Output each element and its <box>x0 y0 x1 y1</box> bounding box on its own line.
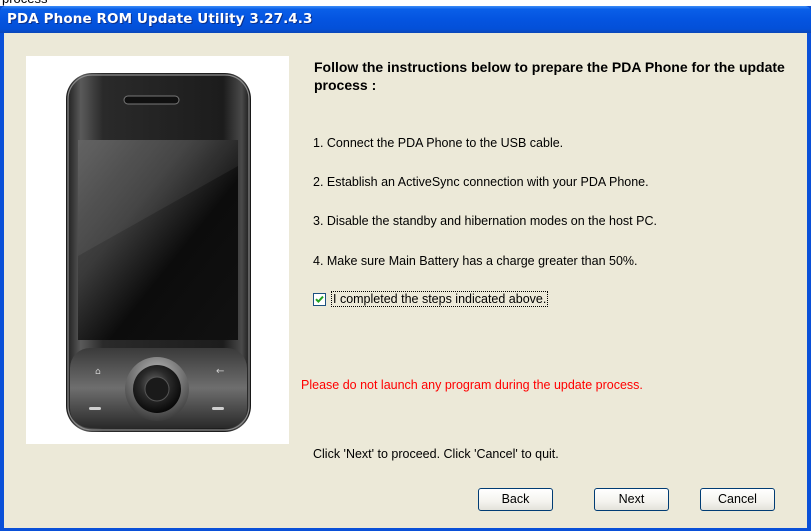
steps-completed-label[interactable]: I completed the steps indicated above. <box>331 291 549 307</box>
svg-text:←: ← <box>216 366 224 377</box>
window-frame-right <box>807 33 811 531</box>
update-utility-window: PDA Phone ROM Update Utility 3.27.4.3 ⌂ … <box>0 6 811 531</box>
checkmark-icon <box>315 295 324 304</box>
step-activesync: 2. Establish an ActiveSync connection wi… <box>313 175 649 189</box>
window-title: PDA Phone ROM Update Utility 3.27.4.3 <box>7 11 313 27</box>
dialog-client-area: ⌂ ← Follow the instructions below to pre… <box>4 33 807 528</box>
warning-message: Please do not launch any program during … <box>301 378 643 392</box>
back-button[interactable]: Back <box>478 488 553 511</box>
navigation-hint: Click 'Next' to proceed. Click 'Cancel' … <box>313 447 559 461</box>
instructions-heading: Follow the instructions below to prepare… <box>314 59 785 93</box>
title-bar[interactable]: PDA Phone ROM Update Utility 3.27.4.3 <box>0 6 811 33</box>
step-battery-charge: 4. Make sure Main Battery has a charge g… <box>313 254 638 268</box>
phone-device-image: ⌂ ← <box>66 73 251 432</box>
next-button[interactable]: Next <box>594 488 669 511</box>
phone-image-panel: ⌂ ← <box>26 56 289 444</box>
steps-completed-checkbox[interactable] <box>313 293 326 306</box>
step-connect-usb: 1. Connect the PDA Phone to the USB cabl… <box>313 136 564 150</box>
step-disable-standby: 3. Disable the standby and hibernation m… <box>313 214 657 228</box>
svg-text:⌂: ⌂ <box>95 367 101 377</box>
cancel-button[interactable]: Cancel <box>700 488 775 511</box>
